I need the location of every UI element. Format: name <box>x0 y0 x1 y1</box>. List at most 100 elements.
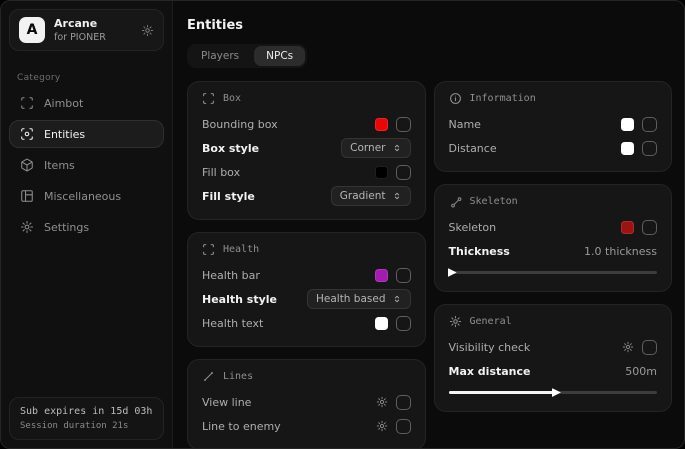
bone-icon <box>449 195 462 208</box>
category-label: Category <box>17 73 172 83</box>
setting-row: Health bar <box>202 263 411 287</box>
card-header: Skeleton <box>449 195 658 208</box>
fill-box-checkbox[interactable] <box>396 165 411 180</box>
fill-style-dropdown[interactable]: Gradient <box>331 186 411 206</box>
brand-text: Arcane for PIONER <box>54 17 106 43</box>
slider-handle[interactable] <box>448 268 457 277</box>
color-swatch[interactable] <box>375 166 388 179</box>
general-card: General Visibility check <box>434 304 673 412</box>
chevrons-up-down-icon <box>392 294 402 304</box>
setting-label: Health style <box>202 293 277 306</box>
dropdown-value: Gradient <box>340 190 386 202</box>
setting-row: Name <box>449 112 658 136</box>
health-card: Health Health bar Health style Health ba… <box>187 232 426 347</box>
health-text-checkbox[interactable] <box>396 316 411 331</box>
setting-label: Fill style <box>202 190 255 203</box>
gear-icon <box>449 315 462 328</box>
setting-label: Skeleton <box>449 221 497 234</box>
setting-row: Distance <box>449 136 658 160</box>
setting-row: Box style Corner <box>202 136 411 160</box>
sidebar-item-label: Items <box>44 159 75 172</box>
sidebar: A Arcane for PIONER Category Aim <box>1 1 173 448</box>
card-title: Lines <box>223 371 253 382</box>
chevrons-up-down-icon <box>392 191 402 201</box>
sidebar-item-label: Aimbot <box>44 97 83 110</box>
left-column: Box Bounding box Box style Corner <box>187 81 426 448</box>
box-style-dropdown[interactable]: Corner <box>341 138 410 158</box>
setting-label: Max distance <box>449 365 531 378</box>
slider-fill <box>449 391 557 394</box>
slider-track[interactable] <box>449 391 658 394</box>
gear-icon[interactable] <box>376 396 388 408</box>
card-header: Information <box>449 92 658 105</box>
setting-row: Fill box <box>202 160 411 184</box>
setting-label: Visibility check <box>449 341 531 354</box>
card-columns: Box Bounding box Box style Corner <box>187 81 672 448</box>
setting-label: Name <box>449 118 481 131</box>
color-swatch[interactable] <box>375 118 388 131</box>
setting-label: Fill box <box>202 166 240 179</box>
setting-row: Line to enemy <box>202 414 411 438</box>
card-title: Information <box>470 93 536 104</box>
slider-handle[interactable] <box>552 388 561 397</box>
sidebar-item-miscellaneous[interactable]: Miscellaneous <box>9 182 164 210</box>
entity-tabs: Players NPCs <box>187 44 307 68</box>
setting-row: Max distance 500m <box>449 359 658 383</box>
distance-checkbox[interactable] <box>642 141 657 156</box>
gear-icon[interactable] <box>622 341 634 353</box>
sidebar-item-settings[interactable]: Settings <box>9 213 164 241</box>
information-card: Information Name Distance <box>434 81 673 172</box>
visibility-check-checkbox[interactable] <box>642 340 657 355</box>
sidebar-item-label: Entities <box>44 128 85 141</box>
setting-row: Skeleton <box>449 215 658 239</box>
dropdown-value: Health based <box>316 293 386 305</box>
setting-label: Distance <box>449 142 497 155</box>
health-style-dropdown[interactable]: Health based <box>307 289 411 309</box>
setting-label: Box style <box>202 142 259 155</box>
skeleton-card: Skeleton Skeleton Thickness 1.0 thicknes… <box>434 184 673 292</box>
name-checkbox[interactable] <box>642 117 657 132</box>
card-title: General <box>470 316 512 327</box>
bounding-box-checkbox[interactable] <box>396 117 411 132</box>
slider-fill <box>449 271 453 274</box>
session-duration-text: Session duration 21s <box>20 421 153 431</box>
color-swatch[interactable] <box>375 269 388 282</box>
tab-players[interactable]: Players <box>189 46 251 66</box>
bounding-box-icon <box>202 243 215 256</box>
setting-row: Thickness 1.0 thickness <box>449 239 658 263</box>
setting-label: Line to enemy <box>202 420 281 433</box>
card-title: Skeleton <box>470 196 518 207</box>
gear-icon[interactable] <box>376 420 388 432</box>
card-header: Health <box>202 243 411 256</box>
tab-npcs[interactable]: NPCs <box>254 46 305 66</box>
box-card: Box Bounding box Box style Corner <box>187 81 426 220</box>
max-distance-slider[interactable] <box>449 388 658 397</box>
sidebar-item-label: Settings <box>44 221 89 234</box>
brand-card: A Arcane for PIONER <box>9 9 164 51</box>
color-swatch[interactable] <box>621 142 634 155</box>
bounding-box-icon <box>202 92 215 105</box>
sidebar-item-items[interactable]: Items <box>9 151 164 179</box>
sidebar-item-aimbot[interactable]: Aimbot <box>9 89 164 117</box>
view-line-checkbox[interactable] <box>396 395 411 410</box>
setting-label: View line <box>202 396 251 409</box>
gear-icon[interactable] <box>141 24 154 37</box>
color-swatch[interactable] <box>621 118 634 131</box>
slider-value: 500m <box>625 365 657 378</box>
color-swatch[interactable] <box>621 221 634 234</box>
slider-track[interactable] <box>449 271 658 274</box>
card-title: Health <box>223 244 259 255</box>
sidebar-item-entities[interactable]: Entities <box>9 120 164 148</box>
package-icon <box>20 158 34 172</box>
thickness-slider[interactable] <box>449 268 658 277</box>
skeleton-checkbox[interactable] <box>642 220 657 235</box>
color-swatch[interactable] <box>375 317 388 330</box>
health-bar-checkbox[interactable] <box>396 268 411 283</box>
line-to-enemy-checkbox[interactable] <box>396 419 411 434</box>
setting-row: Health style Health based <box>202 287 411 311</box>
setting-label: Health bar <box>202 269 260 282</box>
dropdown-value: Corner <box>350 142 385 154</box>
gear-icon <box>20 220 34 234</box>
sidebar-nav: Aimbot Entities Items <box>9 89 164 241</box>
app-name: Arcane <box>54 17 106 30</box>
